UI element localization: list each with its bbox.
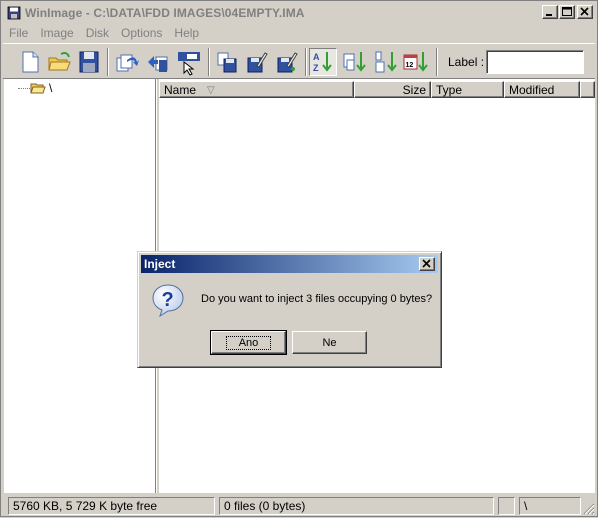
minimize-button[interactable]	[542, 5, 558, 19]
dialog-message: Do you want to inject 3 files occupying …	[201, 293, 433, 305]
resize-grip-icon[interactable]	[581, 501, 595, 515]
no-button[interactable]: Ne	[292, 331, 367, 354]
yes-button-label: Ano	[225, 335, 272, 350]
inject-dialog: Inject ? Do you want to inject 3 files o…	[137, 251, 442, 368]
column-header-size[interactable]: Size	[354, 81, 431, 98]
new-icon[interactable]	[16, 48, 44, 76]
label-caption: Label :	[448, 55, 485, 69]
open-icon[interactable]	[45, 48, 73, 76]
column-modified-label: Modified	[509, 83, 555, 97]
list-header: Name ▽ Size Type Modified	[159, 81, 595, 98]
sort-arrow-icon: ▽	[207, 85, 215, 96]
close-button[interactable]	[577, 5, 593, 19]
sort-name-icon[interactable]: AZ	[309, 48, 337, 76]
title-bar[interactable]: WinImage - C:\DATA\FDD IMAGES\04EMPTY.IM…	[3, 3, 595, 23]
sort-size-icon[interactable]	[372, 48, 400, 76]
maximize-button[interactable]	[559, 5, 575, 19]
inject-icon[interactable]	[144, 48, 172, 76]
column-name-label: Name	[164, 83, 197, 97]
menu-disk[interactable]: Disk	[80, 26, 115, 40]
menu-image[interactable]: Image	[34, 26, 79, 40]
svg-text:12: 12	[406, 62, 414, 69]
column-header-name[interactable]: Name ▽	[159, 81, 354, 98]
menu-help[interactable]: Help	[168, 26, 205, 40]
sort-date-icon[interactable]: 12	[402, 48, 430, 76]
sort-type-icon[interactable]	[341, 48, 369, 76]
label-input[interactable]	[486, 50, 584, 74]
column-type-label: Type	[436, 83, 463, 97]
window-title: WinImage - C:\DATA\FDD IMAGES\04EMPTY.IM…	[25, 6, 305, 20]
dialog-title: Inject	[144, 257, 176, 271]
column-header-modified[interactable]: Modified	[504, 81, 580, 98]
column-size-label: Size	[402, 83, 426, 97]
toolbar-separator	[208, 48, 210, 76]
extract-icon[interactable]	[113, 48, 141, 76]
menu-bar: File Image Disk Options Help	[3, 24, 205, 42]
yes-button[interactable]: Ano	[210, 330, 287, 355]
svg-text:?: ?	[162, 289, 174, 311]
tree-root-label[interactable]: \	[49, 81, 52, 95]
dialog-close-button[interactable]	[419, 257, 435, 271]
status-disk-info: 5760 KB, 5 729 K byte free	[8, 497, 215, 515]
column-header-type[interactable]: Type	[431, 81, 504, 98]
save-icon[interactable]	[75, 48, 103, 76]
dialog-title-bar[interactable]: Inject	[141, 255, 438, 273]
toolbar-separator	[107, 48, 109, 76]
question-icon: ?	[151, 283, 185, 318]
status-empty-panel	[498, 497, 515, 515]
edit-icon[interactable]	[243, 48, 271, 76]
status-bar: 5760 KB, 5 729 K byte free 0 files (0 by…	[3, 496, 595, 515]
column-header-filler	[580, 81, 595, 98]
view-icon[interactable]	[175, 48, 203, 76]
status-files-info: 0 files (0 bytes)	[219, 497, 494, 515]
menu-file[interactable]: File	[3, 26, 34, 40]
floppy-app-icon	[7, 6, 21, 20]
status-path: \	[519, 497, 581, 515]
toolbar-separator	[436, 48, 438, 76]
svg-text:Z: Z	[313, 63, 319, 73]
copy-icon[interactable]	[213, 48, 241, 76]
toolbar-separator	[305, 48, 307, 76]
folder-open-icon	[30, 82, 46, 95]
folder-tree[interactable]: \	[4, 79, 156, 493]
edit-alt-icon[interactable]	[273, 48, 301, 76]
menu-options[interactable]: Options	[115, 26, 168, 40]
svg-text:A: A	[313, 52, 320, 62]
